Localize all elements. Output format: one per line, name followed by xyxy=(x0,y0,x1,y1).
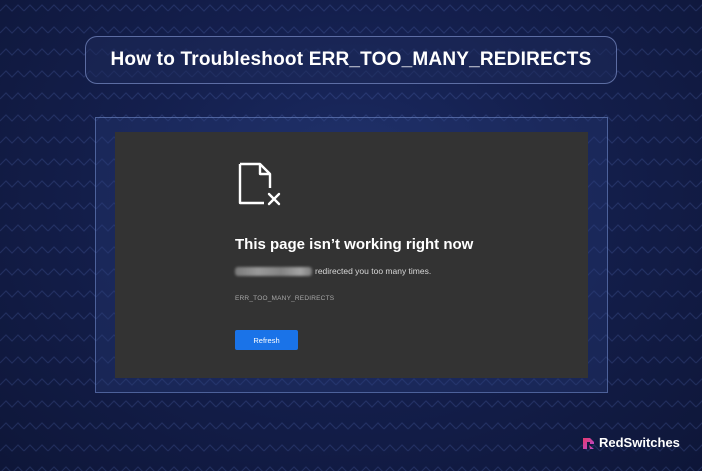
redswitches-logo-icon xyxy=(583,437,594,449)
error-message: redirected you too many times. xyxy=(235,266,431,276)
brand-name: RedSwitches xyxy=(599,435,680,450)
error-code: ERR_TOO_MANY_REDIRECTS xyxy=(235,295,335,302)
page-title: How to Troubleshoot ERR_TOO_MANY_REDIREC… xyxy=(110,49,592,70)
error-heading: This page isn’t working right now xyxy=(235,236,474,253)
browser-error-page xyxy=(115,132,588,378)
refresh-button[interactable]: Refresh xyxy=(235,330,298,350)
brand-logo: RedSwitches xyxy=(581,435,680,450)
error-message-text: redirected you too many times. xyxy=(315,266,432,276)
blurred-domain xyxy=(235,266,312,276)
broken-document-icon xyxy=(238,162,281,206)
title-banner: How to Troubleshoot ERR_TOO_MANY_REDIREC… xyxy=(85,36,617,84)
